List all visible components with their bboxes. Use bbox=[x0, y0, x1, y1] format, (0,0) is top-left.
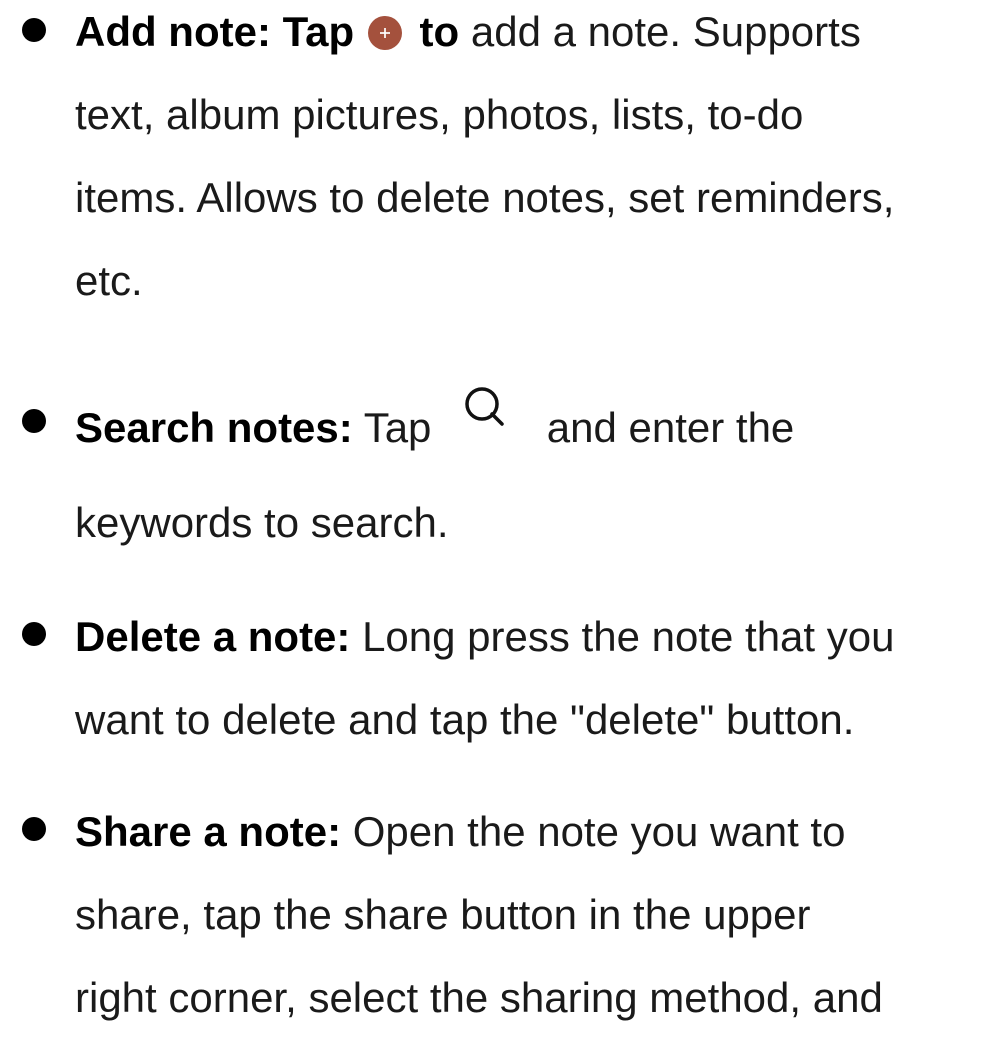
line-3: right corner, select the sharing method,… bbox=[75, 974, 883, 1021]
add-circle-icon bbox=[367, 16, 402, 50]
line-3: items. Allows to delete notes, set remin… bbox=[75, 174, 895, 221]
bullet-icon bbox=[22, 817, 46, 841]
item-text: Delete a note: Long press the note that … bbox=[75, 595, 995, 761]
bullet-icon bbox=[22, 622, 46, 646]
item-title: Share a note: bbox=[75, 808, 342, 855]
bullet-icon bbox=[22, 18, 46, 42]
item-text: Search notes: Tap and enter the keywords… bbox=[75, 382, 995, 564]
item-body-pre: Tap bbox=[363, 404, 432, 451]
item-title: Search notes: bbox=[75, 404, 353, 451]
item-text: Share a note: Open the note you want to … bbox=[75, 790, 995, 1039]
line-1: Search notes: Tap and enter the bbox=[75, 382, 995, 465]
bullet-icon bbox=[22, 409, 46, 433]
line-1: Add note: Tap to add a note. Supports bbox=[75, 0, 995, 73]
item-body: Open the note you want to bbox=[352, 808, 846, 855]
line-2: want to delete and tap the "delete" butt… bbox=[75, 696, 855, 743]
line-1: Delete a note: Long press the note that … bbox=[75, 595, 995, 678]
item-body: Long press the note that you bbox=[362, 613, 895, 660]
line-2: keywords to search. bbox=[75, 499, 449, 546]
line-2: share, tap the share button in the upper bbox=[75, 891, 811, 938]
item-body: and enter the bbox=[546, 404, 795, 451]
help-list: Add note: Tap to add a note. Supports te… bbox=[0, 0, 1006, 1021]
item-title: Add note: Tap bbox=[75, 8, 355, 55]
item-title: Delete a note: bbox=[75, 613, 351, 660]
search-icon bbox=[457, 382, 515, 432]
item-title-suffix: to bbox=[419, 8, 460, 55]
line-2: text, album pictures, photos, lists, to-… bbox=[75, 91, 804, 138]
line-1: Share a note: Open the note you want to bbox=[75, 790, 995, 873]
item-text: Add note: Tap to add a note. Supports te… bbox=[75, 0, 995, 322]
item-body: add a note. Supports bbox=[470, 8, 861, 55]
line-4: etc. bbox=[75, 257, 143, 304]
